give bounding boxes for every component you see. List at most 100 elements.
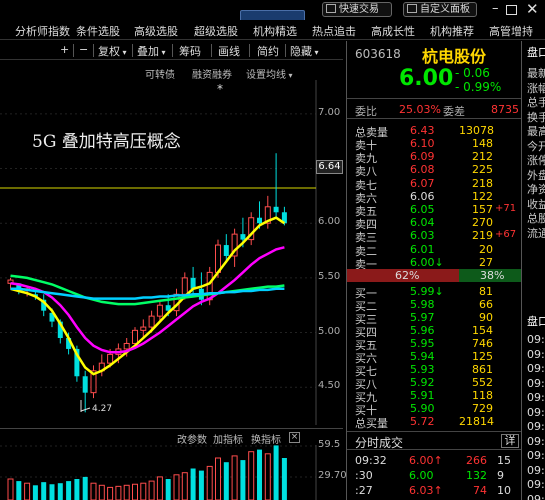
volume-bar: [115, 485, 122, 500]
side-panel-header: 盘口: [527, 315, 545, 328]
ask-volume-change: +67: [495, 229, 517, 241]
buy-ratio-text: 62%: [395, 269, 420, 282]
change-param-link[interactable]: 改参数: [177, 431, 207, 446]
volume-bar: [74, 479, 80, 500]
custom-panel-button[interactable]: 自定义面板: [403, 2, 477, 17]
ask-row[interactable]: 卖七 6.07 218: [347, 176, 522, 192]
ask-row[interactable]: 卖六 6.06 122: [347, 190, 522, 205]
bid-row[interactable]: 买二 5.98 66: [347, 298, 522, 313]
bid-row[interactable]: 买三 5.97 90: [347, 311, 522, 326]
side-panel-time: 09:: [527, 362, 545, 375]
menu-item[interactable]: 高成长性: [371, 23, 415, 39]
restore-rights-dropdown[interactable]: 复权 ▾: [98, 43, 127, 59]
volume-bar: [16, 481, 22, 500]
ask-price: 6.03: [410, 229, 435, 243]
volume-bar: [281, 458, 287, 500]
toolbar-divider: [172, 44, 173, 57]
buy-sell-ratio-bar: 62% 38%: [347, 269, 522, 282]
ask-row[interactable]: 卖一 6.00↓ 27: [347, 256, 522, 271]
volume-bar: [49, 484, 55, 500]
volume-bar: [223, 462, 229, 500]
bid-volume: 746: [472, 337, 493, 350]
quick-trade-button[interactable]: 快速交易: [322, 2, 392, 17]
zoom-in-button[interactable]: +: [60, 43, 69, 56]
ask-row[interactable]: 卖四 6.04 270: [347, 216, 522, 231]
candle-body: [107, 353, 114, 364]
ask-price: 6.07: [410, 176, 435, 190]
minimize-icon[interactable]: –: [492, 1, 499, 16]
bid-row[interactable]: 买五 5.95 746: [347, 337, 522, 352]
margin-link[interactable]: 融资融券: [192, 66, 232, 81]
ask-row[interactable]: 卖五 6.05 157 +71: [347, 203, 522, 218]
stock-header: 603618 杭电股份 6.00 - 0.06 - 0.99%: [347, 41, 522, 99]
ask-price: 6.05: [410, 203, 435, 216]
menu-item[interactable]: 机构精选: [253, 23, 297, 39]
chips-button[interactable]: 筹码: [179, 43, 201, 59]
ma-setting-dropdown[interactable]: 设置均线 ▾: [246, 66, 293, 81]
total-buy-row: 总买量 5.72 21814: [347, 415, 522, 430]
simple-mode-button[interactable]: 简约: [257, 43, 279, 59]
tick-detail-button[interactable]: 详: [501, 434, 519, 448]
ask-row[interactable]: 卖九 6.09 212: [347, 150, 522, 165]
ask-row[interactable]: 卖二 6.01 20: [347, 243, 522, 258]
bid-volume: 66: [479, 298, 493, 311]
bid-row[interactable]: 买十 5.90 729: [347, 402, 522, 417]
ask-row[interactable]: 卖八 6.08 225: [347, 163, 522, 178]
menu-item[interactable]: 热点追击: [312, 23, 356, 39]
ask-row[interactable]: 卖十 6.10 148: [347, 137, 522, 152]
close-indicator-icon[interactable]: ×: [289, 432, 300, 443]
menu-item[interactable]: 条件选股: [76, 23, 120, 39]
candle-body: [223, 245, 229, 256]
volume-bar: [173, 474, 180, 500]
ask-row[interactable]: 卖三 6.03 219 +67: [347, 229, 522, 244]
bid-row[interactable]: 买九 5.91 118: [347, 389, 522, 404]
volume-bar: [132, 483, 138, 500]
draw-line-button[interactable]: 画线: [218, 43, 240, 59]
menu-item[interactable]: 超级选股: [194, 23, 238, 39]
hide-button[interactable]: 隐藏 ▾: [290, 43, 319, 59]
bid-price: 5.90: [410, 402, 435, 415]
price-tick-label: 5.50: [318, 270, 341, 282]
switch-indicator-link[interactable]: 换指标: [251, 431, 281, 446]
bid-row[interactable]: 买八 5.92 552: [347, 376, 522, 391]
menu-item[interactable]: 高管增持: [489, 23, 533, 39]
volume-bar: [98, 484, 105, 500]
tick-volume: 132: [466, 469, 487, 482]
volume-bar: [41, 482, 47, 500]
menu-item[interactable]: 机构推荐: [430, 23, 474, 39]
ma-lines-layer: [10, 216, 286, 376]
toolbar-divider: [73, 44, 74, 57]
price-tick-label: 4.50: [318, 380, 341, 392]
volume-chart[interactable]: [0, 445, 343, 500]
volume-bar: [240, 460, 246, 500]
bid-row[interactable]: 买四 5.96 154: [347, 324, 522, 339]
bid-price: 5.97: [410, 311, 435, 324]
bid-row[interactable]: 买七 5.93 861: [347, 363, 522, 378]
close-icon[interactable]: ✕: [526, 0, 539, 18]
volume-bar: [140, 482, 147, 500]
volume-bar: [257, 449, 262, 500]
convertible-link[interactable]: 可转债: [145, 66, 175, 81]
total-buy-price: 5.72: [410, 415, 435, 428]
total-buy-label: 总买量: [355, 417, 388, 430]
bid-volume: 729: [472, 402, 493, 415]
volume-bar: [156, 476, 163, 500]
current-price-tag: 6.64: [316, 160, 343, 174]
zoom-out-button[interactable]: −: [79, 43, 88, 56]
price-tick-label: 5.00: [318, 325, 341, 337]
dropdown-icon: ▾: [159, 48, 166, 57]
add-indicator-link[interactable]: 加指标: [213, 431, 243, 446]
maximize-icon[interactable]: [506, 5, 517, 15]
menu-item[interactable]: 分析师指数: [15, 23, 70, 39]
order-ratio-row: 委比 25.03% 委差 8735: [347, 100, 522, 119]
stock-name[interactable]: 杭电股份: [422, 43, 486, 67]
volume-bar: [123, 484, 130, 500]
candle-body: [132, 329, 138, 344]
menu-item[interactable]: 高级选股: [134, 23, 178, 39]
tick-count: 10: [497, 484, 511, 497]
bid-row[interactable]: 买六 5.94 125: [347, 350, 522, 365]
overlay-dropdown[interactable]: 叠加 ▾: [137, 43, 166, 59]
volume-bar: [165, 479, 171, 500]
price-tick-label: 7.00: [318, 106, 341, 118]
bid-row[interactable]: 买一 5.99↓ 81: [347, 285, 522, 300]
